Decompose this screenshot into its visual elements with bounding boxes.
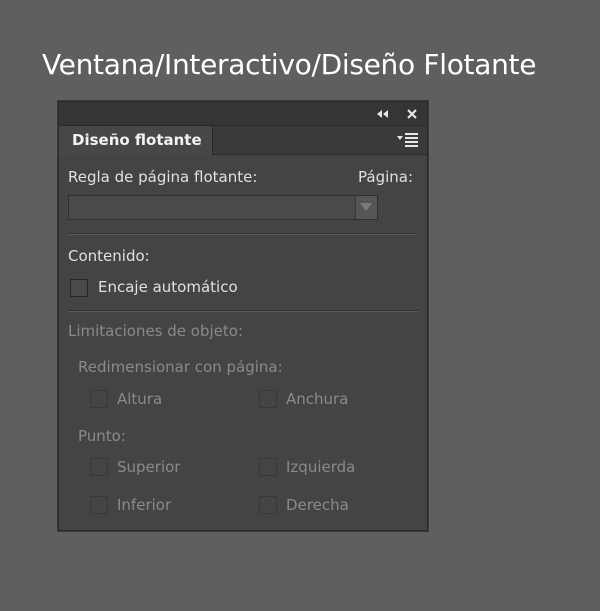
left-label: Izquierda [286, 458, 356, 476]
liquid-page-rule-label: Regla de página flotante: [68, 168, 258, 186]
pin-label: Punto: [78, 427, 126, 445]
dropdown-arrow[interactable] [355, 196, 377, 219]
close-panel-button[interactable] [403, 105, 421, 123]
close-icon [407, 109, 417, 119]
tab-liquid-layout[interactable]: Diseño flotante [59, 126, 213, 155]
bottom-label: Inferior [117, 496, 172, 514]
page-label: Página: [358, 168, 414, 186]
panel-menu-icon [397, 133, 418, 147]
panel-menu-button[interactable] [395, 131, 421, 149]
divider [68, 310, 418, 312]
auto-fit-label[interactable]: Encaje automático [98, 278, 238, 296]
panel-title-bar [59, 102, 427, 126]
top-label: Superior [117, 458, 181, 476]
width-checkbox[interactable] [259, 390, 277, 408]
panel-tab-row: Diseño flotante [59, 126, 427, 155]
left-checkbox[interactable] [259, 458, 277, 476]
width-label: Anchura [286, 390, 349, 408]
content-label: Contenido: [68, 247, 150, 265]
object-constraints-label: Limitaciones de objeto: [68, 322, 244, 340]
right-label: Derecha [286, 496, 349, 514]
top-checkbox[interactable] [90, 458, 108, 476]
chevron-down-icon [360, 203, 372, 211]
liquid-layout-panel: Diseño flotante Regla de página flotante… [58, 101, 428, 531]
bottom-checkbox[interactable] [90, 496, 108, 514]
page-caption: Ventana/Interactivo/Diseño Flotante [42, 48, 537, 81]
height-checkbox[interactable] [90, 390, 108, 408]
resize-with-page-label: Redimensionar con página: [78, 358, 283, 376]
liquid-page-rule-select[interactable] [68, 195, 378, 220]
divider [68, 233, 418, 235]
auto-fit-checkbox[interactable] [70, 279, 88, 297]
right-checkbox[interactable] [259, 496, 277, 514]
collapse-panel-button[interactable] [374, 105, 392, 123]
height-label: Altura [117, 390, 163, 408]
double-chevron-left-icon [377, 110, 388, 118]
